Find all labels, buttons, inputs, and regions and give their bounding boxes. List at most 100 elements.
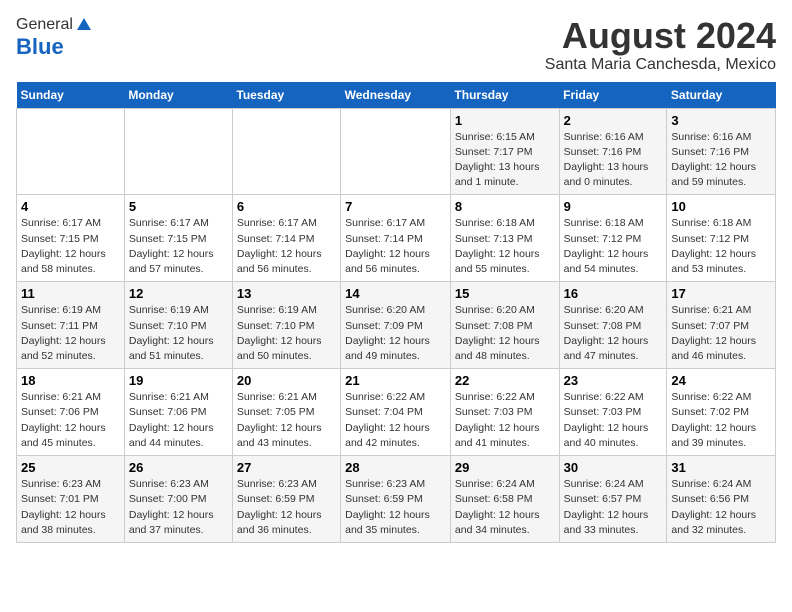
logo-blue-text: Blue (16, 34, 64, 60)
day-info: Sunrise: 6:17 AM Sunset: 7:14 PM Dayligh… (237, 216, 336, 277)
day-number: 16 (564, 286, 663, 301)
day-number: 29 (455, 460, 555, 475)
day-number: 2 (564, 113, 663, 128)
day-number: 13 (237, 286, 336, 301)
location-subtitle: Santa Maria Canchesda, Mexico (545, 56, 776, 74)
page-header: General Blue August 2024 Santa Maria Can… (16, 16, 776, 74)
day-number: 21 (345, 373, 446, 388)
calendar-cell: 2 Sunrise: 6:16 AM Sunset: 7:16 PM Daylig… (559, 108, 667, 195)
day-info: Sunrise: 6:17 AM Sunset: 7:14 PM Dayligh… (345, 216, 446, 277)
logo-icon (75, 16, 93, 34)
calendar-cell: 11Sunrise: 6:19 AM Sunset: 7:11 PM Dayli… (17, 282, 125, 369)
day-info: Sunrise: 6:17 AM Sunset: 7:15 PM Dayligh… (129, 216, 228, 277)
day-info: Sunrise: 6:21 AM Sunset: 7:05 PM Dayligh… (237, 390, 336, 451)
calendar-cell: 27 Sunrise: 6:23 AM Sunset: 6:59 PM Dayli… (232, 456, 340, 543)
calendar-cell: 7 Sunrise: 6:17 AM Sunset: 7:14 PM Daylig… (341, 195, 451, 282)
day-info: Sunrise: 6:22 AM Sunset: 7:03 PM Dayligh… (564, 390, 663, 451)
day-info: Sunrise: 6:19 AM Sunset: 7:10 PM Dayligh… (129, 303, 228, 364)
day-number: 5 (129, 199, 228, 214)
day-info: Sunrise: 6:16 AM Sunset: 7:16 PM Dayligh… (564, 130, 663, 191)
day-info: Sunrise: 6:15 AM Sunset: 7:17 PM Dayligh… (455, 130, 555, 191)
day-number: 31 (671, 460, 771, 475)
day-info: Sunrise: 6:18 AM Sunset: 7:13 PM Dayligh… (455, 216, 555, 277)
calendar-cell (341, 108, 451, 195)
month-year-title: August 2024 (545, 16, 776, 56)
day-number: 25 (21, 460, 120, 475)
calendar-cell: 4Sunrise: 6:17 AM Sunset: 7:15 PM Daylig… (17, 195, 125, 282)
day-info: Sunrise: 6:22 AM Sunset: 7:04 PM Dayligh… (345, 390, 446, 451)
day-info: Sunrise: 6:23 AM Sunset: 7:00 PM Dayligh… (129, 477, 228, 538)
day-info: Sunrise: 6:16 AM Sunset: 7:16 PM Dayligh… (671, 130, 771, 191)
day-number: 30 (564, 460, 663, 475)
day-number: 15 (455, 286, 555, 301)
calendar-cell (124, 108, 232, 195)
day-number: 18 (21, 373, 120, 388)
day-number: 26 (129, 460, 228, 475)
day-info: Sunrise: 6:22 AM Sunset: 7:02 PM Dayligh… (671, 390, 771, 451)
header-sunday: Sunday (17, 82, 125, 109)
day-info: Sunrise: 6:24 AM Sunset: 6:58 PM Dayligh… (455, 477, 555, 538)
calendar-cell: 10 Sunrise: 6:18 AM Sunset: 7:12 PM Dayli… (667, 195, 776, 282)
calendar-week-2: 4Sunrise: 6:17 AM Sunset: 7:15 PM Daylig… (17, 195, 776, 282)
day-number: 24 (671, 373, 771, 388)
day-info: Sunrise: 6:23 AM Sunset: 7:01 PM Dayligh… (21, 477, 120, 538)
day-number: 6 (237, 199, 336, 214)
header-saturday: Saturday (667, 82, 776, 109)
header-tuesday: Tuesday (232, 82, 340, 109)
day-number: 28 (345, 460, 446, 475)
day-number: 23 (564, 373, 663, 388)
calendar-cell: 18Sunrise: 6:21 AM Sunset: 7:06 PM Dayli… (17, 369, 125, 456)
day-number: 1 (455, 113, 555, 128)
day-info: Sunrise: 6:17 AM Sunset: 7:15 PM Dayligh… (21, 216, 120, 277)
day-info: Sunrise: 6:19 AM Sunset: 7:10 PM Dayligh… (237, 303, 336, 364)
day-info: Sunrise: 6:20 AM Sunset: 7:09 PM Dayligh… (345, 303, 446, 364)
calendar-table: Sunday Monday Tuesday Wednesday Thursday… (16, 82, 776, 543)
calendar-cell: 29 Sunrise: 6:24 AM Sunset: 6:58 PM Dayli… (450, 456, 559, 543)
calendar-cell: 12Sunrise: 6:19 AM Sunset: 7:10 PM Dayli… (124, 282, 232, 369)
day-info: Sunrise: 6:21 AM Sunset: 7:06 PM Dayligh… (129, 390, 228, 451)
day-number: 9 (564, 199, 663, 214)
logo: General Blue (16, 16, 93, 60)
calendar-week-1: 1 Sunrise: 6:15 AM Sunset: 7:17 PM Daylig… (17, 108, 776, 195)
day-number: 7 (345, 199, 446, 214)
day-number: 3 (671, 113, 771, 128)
calendar-cell: 17Sunrise: 6:21 AM Sunset: 7:07 PM Dayli… (667, 282, 776, 369)
calendar-cell: 24 Sunrise: 6:22 AM Sunset: 7:02 PM Dayli… (667, 369, 776, 456)
calendar-cell: 14 Sunrise: 6:20 AM Sunset: 7:09 PM Dayli… (341, 282, 451, 369)
calendar-cell: 23 Sunrise: 6:22 AM Sunset: 7:03 PM Dayli… (559, 369, 667, 456)
calendar-cell: 1 Sunrise: 6:15 AM Sunset: 7:17 PM Daylig… (450, 108, 559, 195)
day-info: Sunrise: 6:24 AM Sunset: 6:56 PM Dayligh… (671, 477, 771, 538)
calendar-cell: 15 Sunrise: 6:20 AM Sunset: 7:08 PM Dayli… (450, 282, 559, 369)
calendar-cell: 9 Sunrise: 6:18 AM Sunset: 7:12 PM Daylig… (559, 195, 667, 282)
logo-general-text: General (16, 16, 73, 34)
calendar-cell: 25 Sunrise: 6:23 AM Sunset: 7:01 PM Dayli… (17, 456, 125, 543)
day-info: Sunrise: 6:22 AM Sunset: 7:03 PM Dayligh… (455, 390, 555, 451)
day-info: Sunrise: 6:18 AM Sunset: 7:12 PM Dayligh… (671, 216, 771, 277)
calendar-cell: 8Sunrise: 6:18 AM Sunset: 7:13 PM Daylig… (450, 195, 559, 282)
header-row: Sunday Monday Tuesday Wednesday Thursday… (17, 82, 776, 109)
day-number: 22 (455, 373, 555, 388)
day-info: Sunrise: 6:23 AM Sunset: 6:59 PM Dayligh… (237, 477, 336, 538)
header-wednesday: Wednesday (341, 82, 451, 109)
day-number: 20 (237, 373, 336, 388)
calendar-cell: 21 Sunrise: 6:22 AM Sunset: 7:04 PM Dayli… (341, 369, 451, 456)
calendar-cell: 31 Sunrise: 6:24 AM Sunset: 6:56 PM Dayli… (667, 456, 776, 543)
calendar-cell: 3 Sunrise: 6:16 AM Sunset: 7:16 PM Daylig… (667, 108, 776, 195)
calendar-cell: 30 Sunrise: 6:24 AM Sunset: 6:57 PM Dayli… (559, 456, 667, 543)
day-number: 27 (237, 460, 336, 475)
calendar-cell: 5 Sunrise: 6:17 AM Sunset: 7:15 PM Daylig… (124, 195, 232, 282)
day-info: Sunrise: 6:18 AM Sunset: 7:12 PM Dayligh… (564, 216, 663, 277)
calendar-week-5: 25 Sunrise: 6:23 AM Sunset: 7:01 PM Dayli… (17, 456, 776, 543)
calendar-week-3: 11Sunrise: 6:19 AM Sunset: 7:11 PM Dayli… (17, 282, 776, 369)
day-info: Sunrise: 6:21 AM Sunset: 7:07 PM Dayligh… (671, 303, 771, 364)
day-number: 10 (671, 199, 771, 214)
day-info: Sunrise: 6:23 AM Sunset: 6:59 PM Dayligh… (345, 477, 446, 538)
calendar-cell: 16 Sunrise: 6:20 AM Sunset: 7:08 PM Dayli… (559, 282, 667, 369)
day-number: 14 (345, 286, 446, 301)
calendar-cell (232, 108, 340, 195)
day-info: Sunrise: 6:24 AM Sunset: 6:57 PM Dayligh… (564, 477, 663, 538)
day-info: Sunrise: 6:20 AM Sunset: 7:08 PM Dayligh… (455, 303, 555, 364)
day-info: Sunrise: 6:19 AM Sunset: 7:11 PM Dayligh… (21, 303, 120, 364)
day-info: Sunrise: 6:20 AM Sunset: 7:08 PM Dayligh… (564, 303, 663, 364)
header-friday: Friday (559, 82, 667, 109)
